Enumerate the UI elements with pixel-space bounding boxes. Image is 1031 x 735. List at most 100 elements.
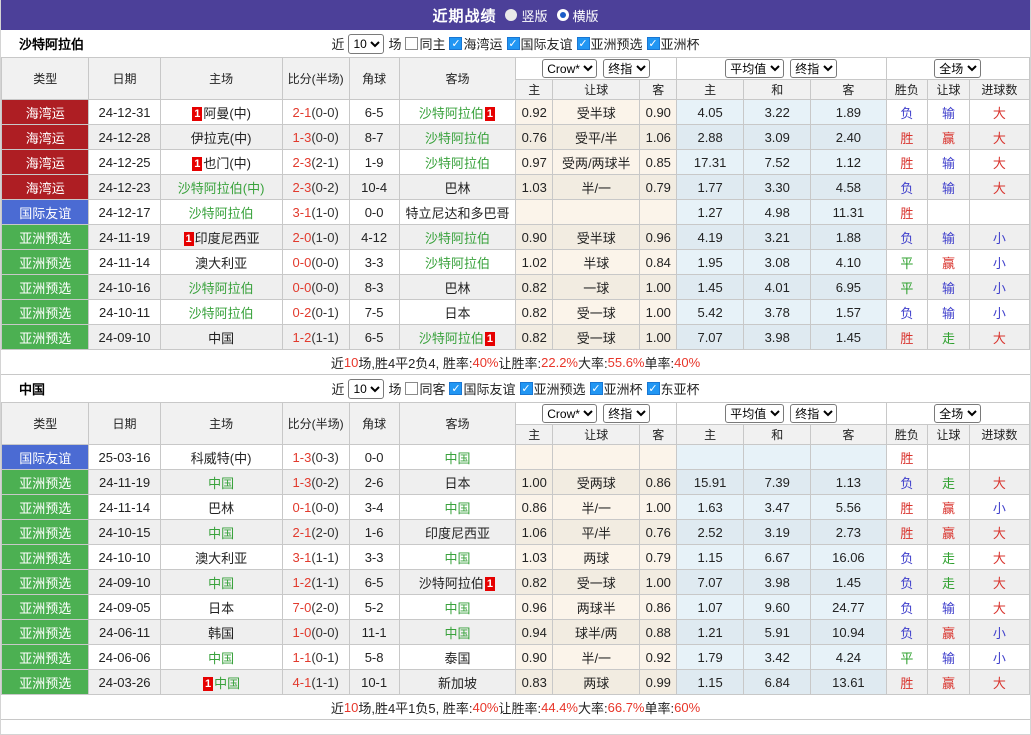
odds-handicap: 平/半 (553, 520, 640, 545)
avg-home: 17.31 (677, 150, 744, 175)
match-type-badge: 亚洲预选 (2, 520, 89, 545)
competition-label: 亚洲预选 (591, 34, 643, 53)
filters-group: 近10场同主✓海湾运✓国际友谊✓亚洲预选✓亚洲杯 (331, 34, 699, 54)
avg-home: 1.79 (677, 645, 744, 670)
checkbox-checked-icon: ✓ (647, 37, 660, 50)
summary-segment: 40% (472, 700, 498, 715)
match-count-select[interactable]: 10 (348, 34, 384, 54)
final-odds-select[interactable]: 终指 (790, 404, 837, 423)
fulltime-score: 0-1 (293, 500, 312, 515)
result-goals-value: 大 (993, 601, 1006, 616)
scope-select[interactable]: 全场 (934, 59, 981, 78)
result-handicap-value: 输 (942, 281, 955, 296)
score-cell: 1-2(1-1) (282, 570, 349, 595)
fulltime-score: 3-1 (293, 205, 312, 220)
avg-away: 11.31 (811, 200, 886, 225)
match-row: 亚洲预选24-10-16沙特阿拉伯0-0(0-0)8-3巴林0.82一球1.00… (2, 275, 1030, 300)
odds-home: 0.82 (516, 300, 553, 325)
section-team-name: 沙特阿拉伯 (19, 34, 84, 53)
match-type-badge: 亚洲预选 (2, 645, 89, 670)
filter-suffix-label: 场 (388, 34, 401, 53)
result-handicap: 输 (928, 595, 970, 620)
avg-draw: 3.21 (744, 225, 811, 250)
match-date: 24-10-10 (89, 545, 160, 570)
odds-home: 0.92 (516, 100, 553, 125)
home-team-cell: 日本 (160, 595, 282, 620)
odds-away: 1.00 (640, 495, 677, 520)
match-row: 亚洲预选24-06-11韩国1-0(0-0)11-1中国0.94球半/两0.88… (2, 620, 1030, 645)
odds-source-header: 全场 (886, 403, 1029, 425)
result-outcome: 负 (886, 100, 928, 125)
final-odds-select[interactable]: 终指 (603, 59, 650, 78)
final-odds-select[interactable]: 终指 (790, 59, 837, 78)
competition-filter[interactable]: ✓东亚杯 (647, 379, 700, 398)
final-odds-select[interactable]: 终指 (603, 404, 650, 423)
halftime-score: (0-2) (311, 475, 338, 490)
competition-filter[interactable]: ✓亚洲杯 (590, 379, 643, 398)
score-cell: 1-3(0-0) (282, 125, 349, 150)
result-outcome-value: 平 (900, 651, 913, 666)
halftime-score: (2-0) (311, 600, 338, 615)
avg-draw: 3.30 (744, 175, 811, 200)
match-row: 亚洲预选24-10-11沙特阿拉伯0-2(0-1)7-5日本0.82受一球1.0… (2, 300, 1030, 325)
odds-away: 0.88 (640, 620, 677, 645)
home-team-name: 中国 (208, 526, 234, 541)
team-section: 沙特阿拉伯近10场同主✓海湾运✓国际友谊✓亚洲预选✓亚洲杯类型日期主场比分(半场… (1, 30, 1030, 375)
layout-horizontal-option[interactable]: 横版 (557, 6, 599, 25)
summary-segment: 让胜率: (499, 698, 542, 717)
competition-filter[interactable]: ✓亚洲预选 (577, 34, 643, 53)
odds-home: 0.94 (516, 620, 553, 645)
match-type-badge: 亚洲预选 (2, 595, 89, 620)
match-type-badge: 亚洲预选 (2, 225, 89, 250)
fulltime-score: 3-1 (293, 550, 312, 565)
result-handicap-value: 输 (942, 156, 955, 171)
same-venue-filter[interactable]: 同主 (405, 34, 445, 53)
bookmaker-select[interactable]: Crow* (542, 404, 597, 423)
competition-filter[interactable]: ✓亚洲杯 (647, 34, 700, 53)
avg-away: 4.58 (811, 175, 886, 200)
match-count-select[interactable]: 10 (348, 379, 384, 399)
summary-segment: 40% (674, 355, 700, 370)
odds-home: 0.82 (516, 275, 553, 300)
avg-home: 1.95 (677, 250, 744, 275)
layout-vertical-option[interactable]: 竖版 (505, 6, 547, 25)
odds-handicap: 两球半 (553, 595, 640, 620)
result-goals: 大 (969, 570, 1029, 595)
odds-away: 1.00 (640, 275, 677, 300)
result-outcome-value: 胜 (900, 206, 913, 221)
competition-filter[interactable]: ✓国际友谊 (449, 379, 515, 398)
summary-stats: 近10场,胜4平2负4, 胜率:40% 让胜率:22.2% 大率:55.6% 单… (1, 350, 1030, 375)
odds-home: 0.83 (516, 670, 553, 695)
same-venue-filter[interactable]: 同客 (405, 379, 445, 398)
odds-home: 1.00 (516, 470, 553, 495)
result-outcome: 胜 (886, 495, 928, 520)
checkbox-checked-icon: ✓ (577, 37, 590, 50)
scope-select[interactable]: 全场 (934, 404, 981, 423)
competition-filter[interactable]: ✓亚洲预选 (520, 379, 586, 398)
average-select[interactable]: 平均值 (725, 59, 784, 78)
avg-home: 4.19 (677, 225, 744, 250)
yellow-card-badge: 1 (485, 107, 495, 121)
result-goals (969, 445, 1029, 470)
home-team-name: 巴林 (208, 501, 234, 516)
result-goals-value: 大 (993, 576, 1006, 591)
corner-score: 2-6 (349, 470, 399, 495)
bookmaker-select[interactable]: Crow* (542, 59, 597, 78)
away-team-cell: 中国 (399, 620, 516, 645)
avg-home: 7.07 (677, 570, 744, 595)
result-outcome-value: 负 (900, 306, 913, 321)
match-row: 海湾运24-12-23沙特阿拉伯(中)2-3(0-2)10-4巴林1.03半/一… (2, 175, 1030, 200)
match-row: 亚洲预选24-10-10澳大利亚3-1(1-1)3-3中国1.03两球0.791… (2, 545, 1030, 570)
competition-filter[interactable]: ✓国际友谊 (507, 34, 573, 53)
score-cell: 0-2(0-1) (282, 300, 349, 325)
home-team-name: 也门(中) (203, 156, 251, 171)
odds-handicap: 受一球 (553, 300, 640, 325)
average-select[interactable]: 平均值 (725, 404, 784, 423)
competition-filter[interactable]: ✓海湾运 (449, 34, 502, 53)
result-outcome: 负 (886, 620, 928, 645)
column-subheader: 进球数 (969, 425, 1029, 445)
score-cell: 1-1(0-1) (282, 645, 349, 670)
score-cell: 2-1(2-0) (282, 520, 349, 545)
result-handicap-value: 走 (942, 576, 955, 591)
result-goals: 小 (969, 645, 1029, 670)
